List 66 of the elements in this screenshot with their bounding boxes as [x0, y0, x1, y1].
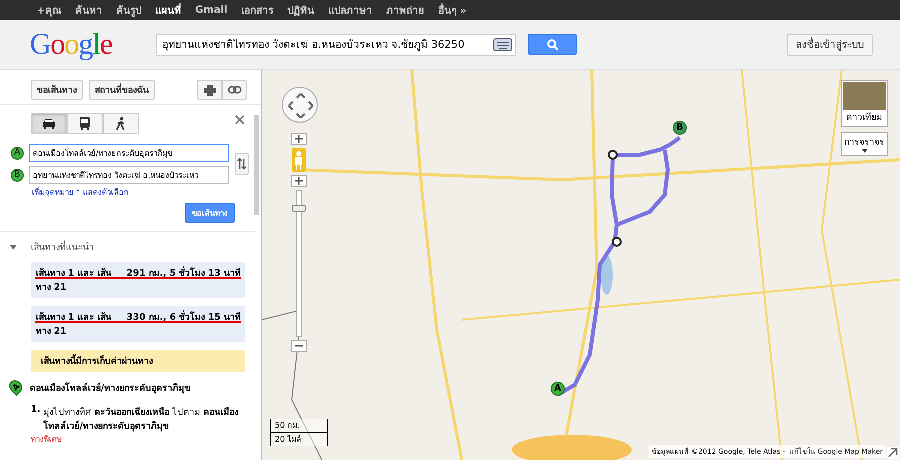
separator: - [77, 186, 80, 197]
route-option[interactable]: เส้นทาง 1 และ เส้นทาง 21 291 กม., 5 ชั่วโมง 13 นาที [31, 262, 245, 298]
search-button[interactable] [528, 34, 578, 55]
zoom-out-button[interactable] [291, 340, 307, 352]
bus-icon [79, 117, 91, 130]
nav-link[interactable]: +คุณ [30, 2, 68, 18]
zoom-in-button[interactable] [291, 133, 307, 145]
plus-icon [295, 177, 303, 185]
toll-notice: เส้นทางนี้มีการเก็บค่าผ่านทาง [31, 350, 245, 372]
step-number: 1. [31, 405, 41, 417]
collapse-icon[interactable] [10, 244, 17, 250]
car-mode-tab[interactable] [31, 113, 67, 134]
nav-link[interactable]: แผนที่ [148, 2, 188, 18]
location-field[interactable]: ดอนเมืองโทลล์เวย์/ทางยกระดับอุตราภิมุข [29, 144, 229, 162]
nav-link[interactable]: ค้นหา [68, 2, 110, 18]
map-pin-icon: A [6, 378, 26, 396]
car-icon [42, 118, 56, 129]
route-name: เส้นทาง 1 และ เส้นทาง 21 [36, 267, 113, 294]
nav-link[interactable]: ภาพถ่าย [380, 2, 432, 18]
nav-link[interactable]: ปฏิทิน [280, 2, 322, 18]
plus-icon [295, 135, 303, 143]
step-instruction: มุ่งไปทางทิศ ตะวันออกเฉียงเหนือ ไปตาม ดอนเมืองโทลล์เวย์/ทางยกระดับอุตราภิมุข [44, 406, 240, 433]
route-summary: 291 กม., 5 ชั่วโมง 13 นาที [126, 266, 241, 294]
search-field[interactable]: อุทยานแห่งชาติไทรทอง วังตะเฆ่ อ.หนองบัวระเหว จ.ชัยภูมิ 36250 [156, 34, 516, 56]
panel-button[interactable]: ขอเส้นทาง [31, 80, 83, 100]
google-logo[interactable]: Google [30, 30, 112, 60]
satellite-label: ดาวเทียม [846, 112, 882, 124]
waypoint-marker: B [11, 168, 24, 182]
print-button[interactable] [197, 80, 222, 100]
satellite-button[interactable]: ดาวเทียม [841, 80, 888, 127]
scale-label: 20 ไมล์ [274, 434, 303, 446]
location-field[interactable]: อุทยานแห่งชาติไทรทอง วังตะเฆ่ อ.หนองบัวระเหว [29, 166, 229, 184]
route-summary: 330 กม., 6 ชั่วโมง 15 นาที [126, 310, 241, 338]
scrollbar[interactable] [254, 115, 259, 215]
waypoint-marker: A [11, 146, 24, 160]
traffic-label: การจราจร [844, 137, 884, 149]
route-name: เส้นทาง 1 และ เส้นทาง 21 [36, 311, 113, 338]
caret-icon [862, 149, 868, 153]
close-icon[interactable] [235, 115, 245, 125]
swap-button[interactable] [235, 153, 249, 175]
nav-link[interactable]: ค้นรูป [109, 2, 148, 18]
scale-label: 50 กม. [271, 419, 327, 433]
nav-link[interactable]: เอกสาร [234, 2, 281, 18]
zoom-in-button[interactable] [291, 175, 307, 187]
nav-link[interactable]: แปลภาษา [322, 2, 380, 18]
section-heading: เส้นทางที่แนะนำ [31, 240, 94, 254]
link-icon [228, 86, 242, 94]
route-option[interactable]: เส้นทาง 1 และ เส้นทาง 21 330 กม., 6 ชั่วโมง 15 นาที [31, 306, 245, 342]
panel-button[interactable]: สถานที่ของฉัน [89, 80, 155, 100]
traffic-button[interactable]: การจราจร [841, 132, 888, 156]
link-button[interactable] [222, 80, 247, 100]
nav-link[interactable]: อื่นๆ » [432, 2, 474, 18]
add-destination-link[interactable]: เพิ่มจุดหมาย [32, 186, 74, 199]
nav-link[interactable]: Gmail [188, 4, 235, 16]
satellite-thumbnail [843, 82, 886, 110]
show-options-link[interactable]: แสดงตัวเลือก [82, 186, 129, 199]
start-location: ดอนเมืองโทลล์เวย์/ทางยกระดับอุตราภิมุข [30, 382, 190, 395]
expand-icon[interactable] [887, 447, 899, 459]
walk-mode-tab[interactable] [103, 113, 139, 134]
road-type-label: ทางพิเศษ [31, 434, 63, 446]
sign-in-button[interactable]: ลงชื่อเข้าสู่ระบบ [787, 34, 873, 56]
bus-mode-tab[interactable] [67, 113, 103, 134]
search-icon [546, 38, 559, 50]
zoom-slider-thumb[interactable] [292, 205, 306, 212]
walk-icon [116, 116, 126, 130]
keyboard-icon[interactable] [493, 38, 514, 52]
